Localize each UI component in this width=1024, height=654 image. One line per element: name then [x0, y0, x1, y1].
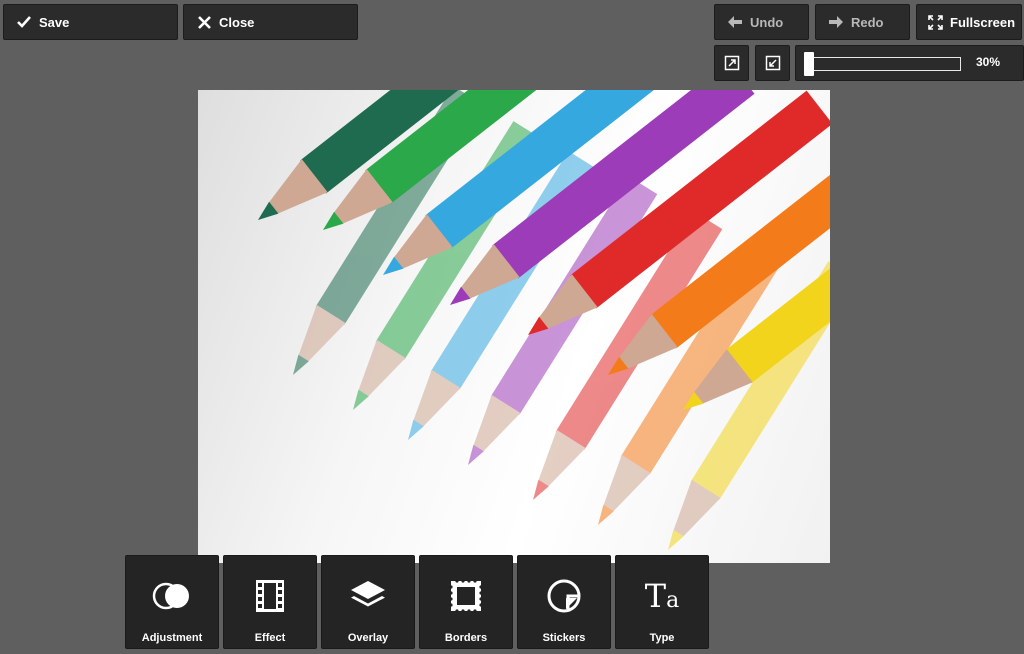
layers-icon [348, 576, 388, 616]
tool-adjustment-label: Adjustment [141, 632, 203, 644]
arrow-left-icon [727, 14, 743, 30]
zoom-slider-thumb[interactable] [804, 52, 814, 76]
fullscreen-button[interactable]: Fullscreen [916, 4, 1022, 40]
redo-label: Redo [851, 14, 884, 30]
tool-overlay-label: Overlay [347, 632, 389, 644]
image-canvas[interactable] [198, 90, 830, 563]
tool-type[interactable]: Ta Type [615, 555, 709, 649]
save-button[interactable]: Save [3, 4, 178, 40]
tool-borders-label: Borders [444, 632, 488, 644]
type-icon: Ta [644, 577, 680, 615]
zoom-out-button[interactable] [755, 45, 790, 81]
save-label: Save [39, 14, 70, 30]
tool-overlay[interactable]: Overlay [321, 555, 415, 649]
zoom-panel: 30% [795, 45, 1024, 81]
tool-type-label: Type [649, 632, 675, 644]
close-button[interactable]: Close [183, 4, 358, 40]
arrow-right-icon [828, 14, 844, 30]
close-icon [196, 14, 212, 30]
fullscreen-icon [927, 14, 943, 30]
tools-toolbar: Adjustment Effect Overlay Borders Sticke… [125, 555, 709, 649]
zoom-in-button[interactable] [714, 45, 749, 81]
redo-button[interactable]: Redo [815, 4, 910, 40]
tool-effect[interactable]: Effect [223, 555, 317, 649]
sticker-icon [544, 576, 584, 616]
undo-label: Undo [750, 14, 784, 30]
tool-borders[interactable]: Borders [419, 555, 513, 649]
colored-pencils-photo [258, 90, 830, 550]
film-strip-icon [250, 576, 290, 616]
close-label: Close [219, 14, 255, 30]
expand-icon [724, 55, 740, 71]
adjustment-icon [152, 576, 192, 616]
undo-button[interactable]: Undo [714, 4, 809, 40]
shrink-icon [765, 55, 781, 71]
tool-effect-label: Effect [254, 632, 286, 644]
fullscreen-label: Fullscreen [950, 14, 1016, 30]
zoom-value: 30% [976, 55, 1001, 69]
tool-stickers[interactable]: Stickers [517, 555, 611, 649]
zoom-slider-track[interactable] [807, 57, 961, 71]
borders-icon [446, 576, 486, 616]
tool-adjustment[interactable]: Adjustment [125, 555, 219, 649]
tool-stickers-label: Stickers [542, 632, 586, 644]
checkmark-icon [16, 14, 32, 30]
